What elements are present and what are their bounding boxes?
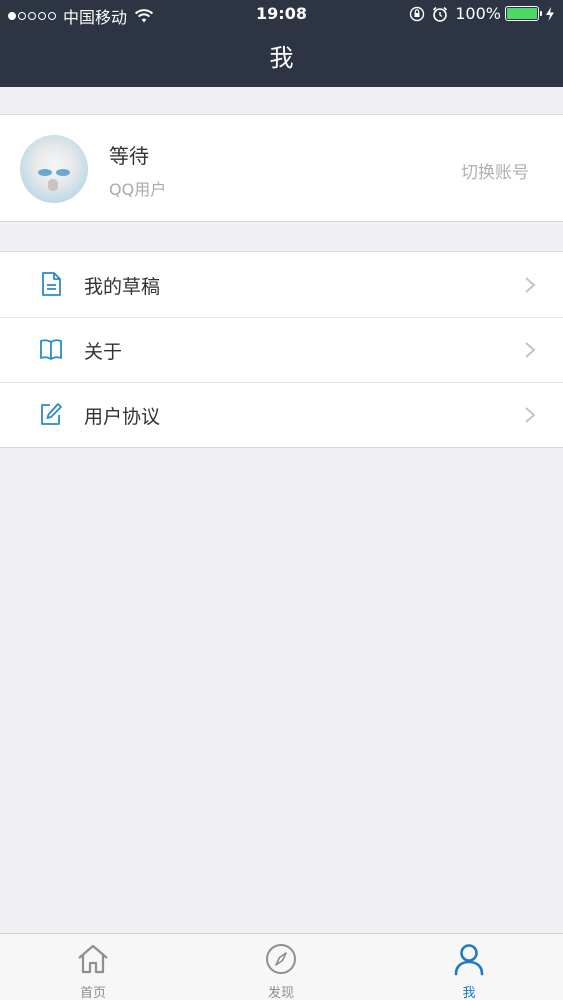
page-title: 我 bbox=[269, 44, 294, 72]
tab-label: 我 bbox=[462, 986, 476, 1000]
battery-icon bbox=[505, 6, 542, 21]
profile-name: 等待 bbox=[109, 144, 149, 168]
menu-item-drafts[interactable]: 我的草稿 bbox=[0, 252, 563, 317]
avatar[interactable] bbox=[20, 135, 88, 203]
tab-discover[interactable]: 发现 bbox=[221, 934, 341, 1000]
menu-item-label: 关于 bbox=[84, 341, 123, 363]
alarm-icon bbox=[433, 6, 448, 22]
menu-list: 我的草稿 关于 用户协议 bbox=[0, 251, 563, 448]
menu-item-about[interactable]: 关于 bbox=[0, 317, 563, 382]
header: 中国移动 19:08 100% 我 bbox=[0, 0, 563, 87]
home-icon bbox=[78, 944, 108, 974]
battery-percent: 100% bbox=[455, 4, 501, 23]
chevron-right-icon bbox=[525, 277, 536, 293]
tab-home[interactable]: 首页 bbox=[33, 934, 153, 1000]
charging-icon bbox=[546, 6, 554, 21]
compass-icon bbox=[266, 944, 296, 974]
battery-fill bbox=[507, 8, 537, 19]
edit-icon bbox=[41, 403, 62, 425]
tab-label: 发现 bbox=[267, 986, 294, 1000]
profile-card[interactable]: 等待 QQ用户 切换账号 bbox=[0, 114, 563, 222]
status-bar: 中国移动 19:08 100% bbox=[0, 0, 563, 30]
menu-item-label: 用户协议 bbox=[84, 406, 161, 428]
profile-subtitle: QQ用户 bbox=[109, 180, 167, 199]
screen: 中国移动 19:08 100% 我 等待 QQ用户 切换账号 我的草稿 关于 用… bbox=[0, 0, 563, 1000]
tab-me[interactable]: 我 bbox=[409, 934, 529, 1000]
status-right: 100% bbox=[409, 4, 555, 23]
menu-item-label: 我的草稿 bbox=[84, 276, 161, 298]
document-icon bbox=[42, 272, 61, 296]
switch-account-button[interactable]: 切换账号 bbox=[461, 158, 529, 183]
tab-label: 首页 bbox=[79, 986, 106, 1000]
book-icon bbox=[40, 339, 62, 360]
chevron-right-icon bbox=[525, 342, 536, 358]
chevron-right-icon bbox=[525, 407, 536, 423]
menu-item-user-agreement[interactable]: 用户协议 bbox=[0, 382, 563, 447]
rotation-lock-icon bbox=[410, 6, 425, 21]
tab-bar: 首页 发现 我 bbox=[0, 933, 563, 1000]
user-icon bbox=[454, 944, 484, 976]
